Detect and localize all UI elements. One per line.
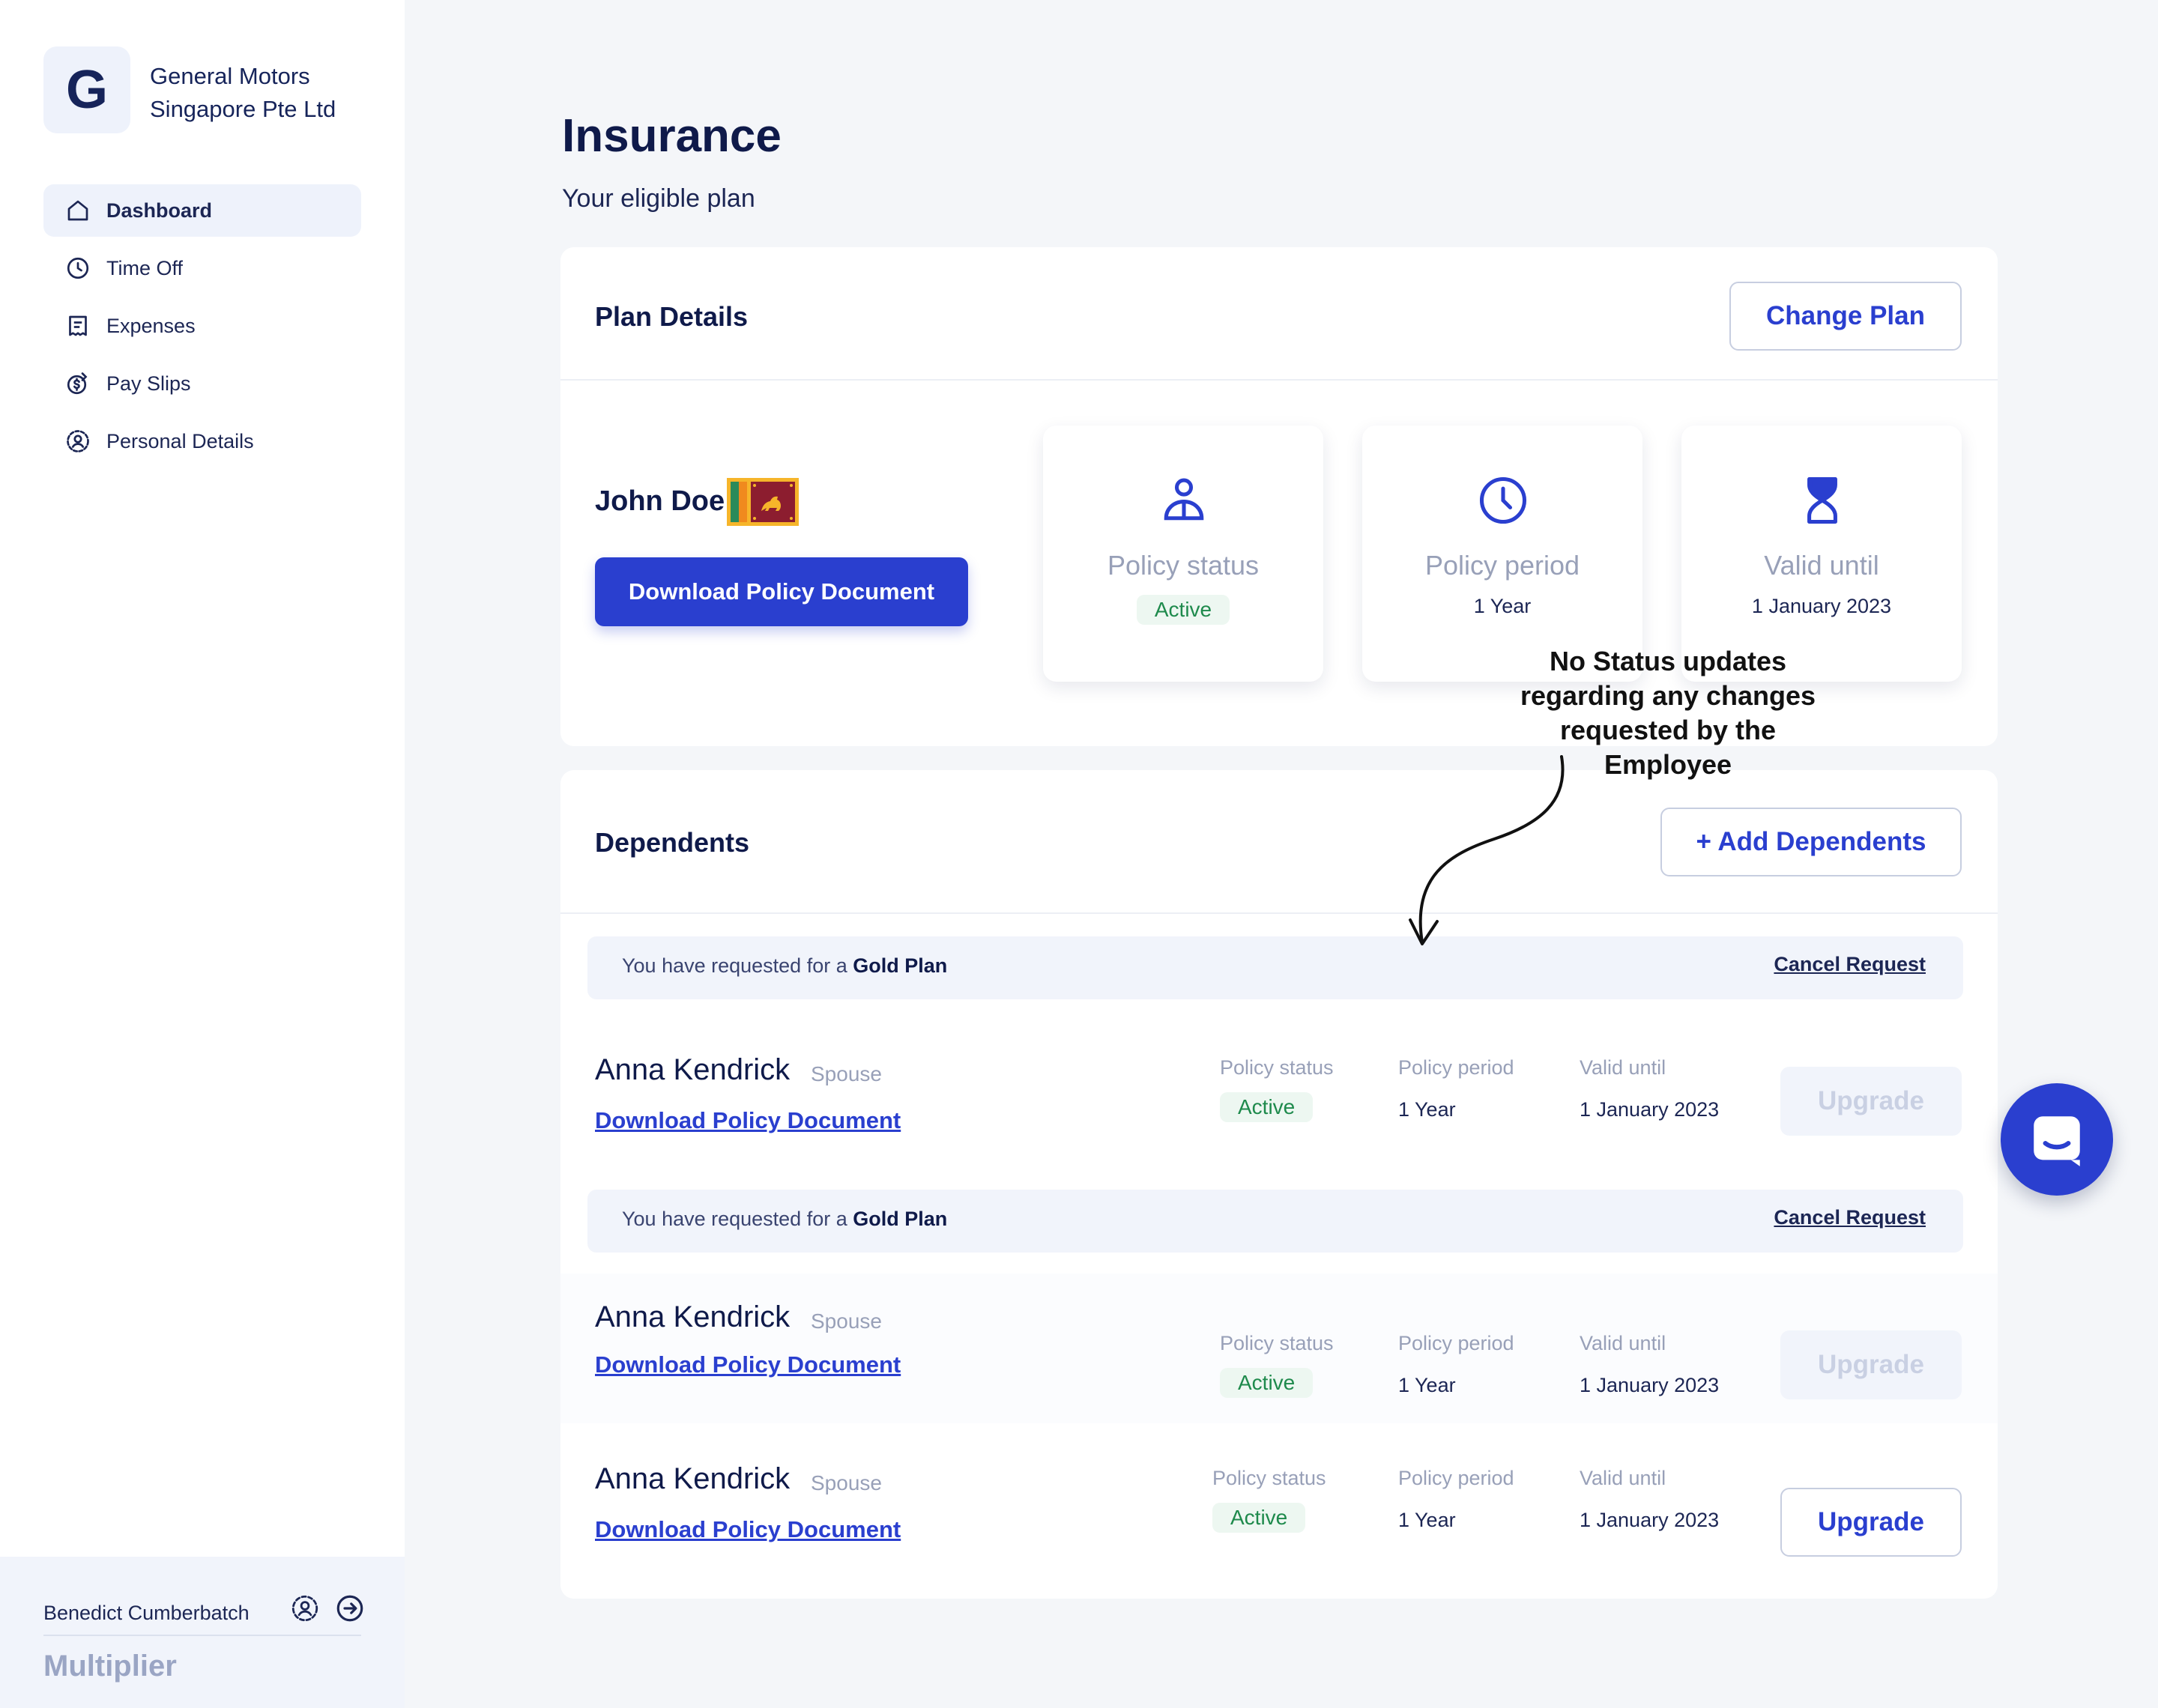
chat-bubble-icon — [2034, 1116, 2080, 1166]
home-icon — [67, 200, 88, 221]
policy-period-value: 1 Year — [1398, 1374, 1456, 1396]
sidebar-item-label: Time Off — [106, 256, 184, 279]
download-policy-link[interactable]: Download Policy Document — [595, 1107, 901, 1134]
sidebar-item-pay-slips[interactable]: Pay Slips — [43, 357, 361, 410]
status-badge: Active — [1212, 1503, 1306, 1533]
sidebar-item-personal-details[interactable]: Personal Details — [43, 415, 361, 467]
dependent-relation: Spouse — [811, 1062, 882, 1085]
download-policy-link[interactable]: Download Policy Document — [595, 1351, 901, 1378]
policy-status-label: Policy status — [1212, 1467, 1326, 1489]
clock-icon — [1479, 476, 1527, 524]
profile-icon[interactable] — [289, 1593, 321, 1624]
brand-logo: Multiplier — [43, 1650, 177, 1683]
change-plan-button[interactable]: Change Plan — [1729, 282, 1962, 351]
page-subtitle: Your eligible plan — [562, 184, 755, 213]
stat-label: Policy period — [1424, 550, 1580, 581]
policy-period-card: Policy period 1 Year — [1362, 426, 1642, 682]
sidebar-footer: Benedict Cumberbatch Multiplier — [0, 1557, 405, 1708]
status-badge: Active — [1220, 1092, 1314, 1122]
status-badge: Active — [1220, 1368, 1314, 1398]
stat-value: 1 January 2023 — [1751, 595, 1892, 617]
person-icon — [1164, 478, 1204, 521]
add-dependents-button[interactable]: + Add Dependents — [1660, 808, 1962, 876]
sidebar: G General Motors Singapore Pte Ltd Dashb… — [0, 0, 405, 1708]
stat-value: Active — [1043, 595, 1323, 625]
employee-name: John Doe — [595, 485, 725, 517]
stat-label: Policy status — [1107, 550, 1260, 581]
sri-lanka-flag-icon — [727, 478, 799, 526]
page-title: Insurance — [562, 110, 782, 162]
receipt-icon — [69, 315, 87, 336]
stat-value: 1 Year — [1473, 595, 1532, 617]
policy-status-label: Policy status — [1220, 1056, 1334, 1079]
download-policy-button[interactable]: Download Policy Document — [595, 557, 968, 626]
dependents-card: Dependents + Add Dependents You have req… — [560, 770, 1998, 1599]
card-divider — [560, 379, 1998, 381]
policy-period-label: Policy period — [1398, 1467, 1514, 1489]
request-text: You have requested for a Gold Plan — [622, 954, 948, 977]
valid-until-label: Valid until — [1580, 1056, 1666, 1079]
policy-status-card: Policy status Active — [1043, 426, 1323, 682]
valid-until-value: 1 January 2023 — [1580, 1098, 1720, 1121]
upgrade-button-disabled: Upgrade — [1780, 1067, 1962, 1136]
payslip-icon — [67, 372, 88, 395]
annotation-arrow-icon — [1409, 755, 1565, 945]
sidebar-item-time-off[interactable]: Time Off — [43, 242, 361, 294]
sidebar-item-dashboard[interactable]: Dashboard — [43, 184, 361, 237]
request-banner: You have requested for a Gold Plan Cance… — [587, 936, 1963, 999]
user-actions — [289, 1593, 366, 1624]
chat-launcher-button[interactable] — [2001, 1083, 2113, 1196]
company-logo: G — [43, 46, 130, 133]
policy-status-label: Policy status — [1220, 1332, 1334, 1354]
valid-until-value: 1 January 2023 — [1580, 1374, 1720, 1396]
valid-until-card: Valid until 1 January 2023 — [1681, 426, 1962, 682]
dependent-row: Anna Kendrick Spouse Download Policy Doc… — [560, 1447, 1998, 1573]
requested-plan: Gold Plan — [853, 1208, 948, 1230]
upgrade-button[interactable]: Upgrade — [1780, 1488, 1962, 1557]
dependent-row: Anna Kendrick Spouse Download Policy Doc… — [560, 1274, 1998, 1423]
cancel-request-link[interactable]: Cancel Request — [1774, 953, 1926, 976]
request-text: You have requested for a Gold Plan — [622, 1208, 948, 1230]
plan-details-title: Plan Details — [595, 301, 749, 332]
card-divider — [560, 912, 1998, 914]
hourglass-icon — [1807, 476, 1837, 524]
valid-until-label: Valid until — [1580, 1467, 1666, 1489]
policy-period-value: 1 Year — [1398, 1509, 1456, 1531]
sidebar-item-label: Dashboard — [106, 199, 213, 222]
dependent-relation: Spouse — [811, 1309, 882, 1333]
sidebar-nav: Dashboard Time Off Expenses Pay Slips Pe… — [43, 184, 361, 473]
policy-period-value: 1 Year — [1398, 1098, 1456, 1121]
dependent-row: Anna Kendrick Spouse Download Policy Doc… — [560, 1035, 1998, 1161]
request-banner: You have requested for a Gold Plan Cance… — [587, 1190, 1963, 1253]
dependent-relation: Spouse — [811, 1471, 882, 1494]
upgrade-button-disabled: Upgrade — [1780, 1330, 1962, 1399]
policy-period-label: Policy period — [1398, 1056, 1514, 1079]
sidebar-item-label: Expenses — [106, 314, 196, 337]
sidebar-item-expenses[interactable]: Expenses — [43, 300, 361, 352]
sidebar-item-label: Pay Slips — [106, 372, 191, 395]
dependent-name: Anna Kendrick — [595, 1300, 791, 1333]
valid-until-value: 1 January 2023 — [1580, 1509, 1720, 1531]
dependents-title: Dependents — [595, 827, 750, 858]
dependent-name: Anna Kendrick — [595, 1462, 791, 1495]
requested-plan: Gold Plan — [853, 954, 948, 977]
clock-icon — [67, 257, 89, 279]
valid-until-label: Valid until — [1580, 1332, 1666, 1354]
cancel-request-link[interactable]: Cancel Request — [1774, 1206, 1926, 1229]
current-user-name: Benedict Cumberbatch — [43, 1602, 250, 1624]
user-circle-icon — [67, 430, 89, 452]
status-badge: Active — [1136, 595, 1230, 625]
logout-icon[interactable] — [334, 1593, 366, 1624]
footer-divider — [43, 1635, 361, 1636]
policy-period-label: Policy period — [1398, 1332, 1514, 1354]
sidebar-item-label: Personal Details — [106, 429, 254, 452]
download-policy-link[interactable]: Download Policy Document — [595, 1516, 901, 1543]
dependent-name: Anna Kendrick — [595, 1053, 791, 1086]
stat-label: Valid until — [1764, 550, 1879, 581]
company-name: General Motors Singapore Pte Ltd — [150, 63, 336, 122]
